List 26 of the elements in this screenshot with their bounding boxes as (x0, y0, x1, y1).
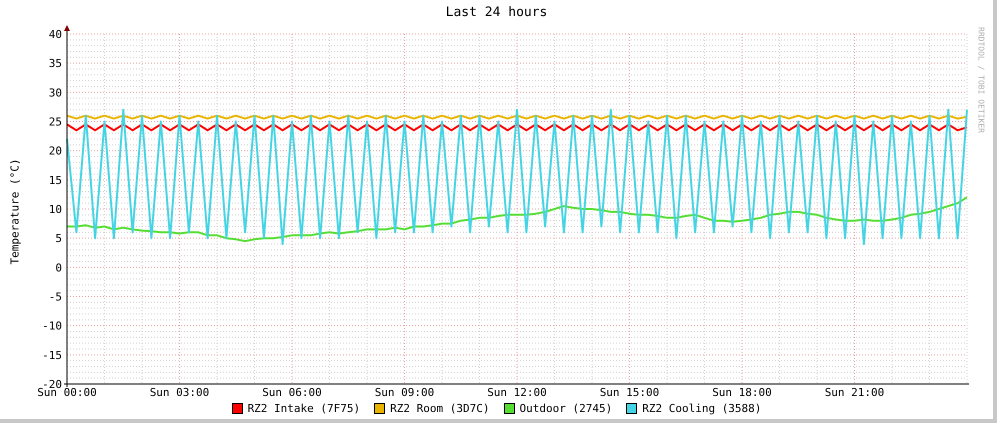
legend-label: RZ2 Cooling (3588) (642, 402, 762, 414)
y-tick-label: 40 (48, 28, 62, 41)
x-tick-label: Sun 18:00 (712, 386, 772, 397)
legend-label: RZ2 Intake (7F75) (248, 402, 360, 414)
x-tick-label: Sun 03:00 (150, 386, 210, 397)
x-tick-label: Sun 09:00 (374, 386, 434, 397)
y-tick-label: -5 (48, 290, 62, 304)
y-tick-label: 10 (48, 203, 62, 216)
legend-label: RZ2 Room (3D7C) (390, 402, 490, 414)
x-tick-label: Sun 15:00 (600, 386, 660, 397)
x-tick-label: Sun 06:00 (262, 386, 322, 397)
chart-title: Last 24 hours (446, 5, 548, 20)
x-tick-label: Sun 12:00 (487, 386, 547, 397)
y-tick-label: 5 (55, 232, 62, 246)
y-tick-label: 15 (48, 174, 62, 187)
y-tick-label: -15 (42, 348, 62, 362)
x-tick-label: Sun 21:00 (824, 386, 884, 397)
y-tick-label: 25 (48, 116, 62, 128)
axis-title: Temperature (°C) (8, 158, 22, 264)
y-tick-label: 35 (48, 57, 62, 70)
y-tick-label: 30 (48, 86, 62, 100)
credit-text: RRDTOOL / TOBI OETIKER (976, 27, 986, 133)
legend-label: Outdoor (2745) (520, 402, 612, 414)
y-tick-label: 0 (55, 261, 62, 274)
y-tick-label: -10 (42, 320, 62, 333)
y-tick-label: 20 (48, 144, 62, 158)
